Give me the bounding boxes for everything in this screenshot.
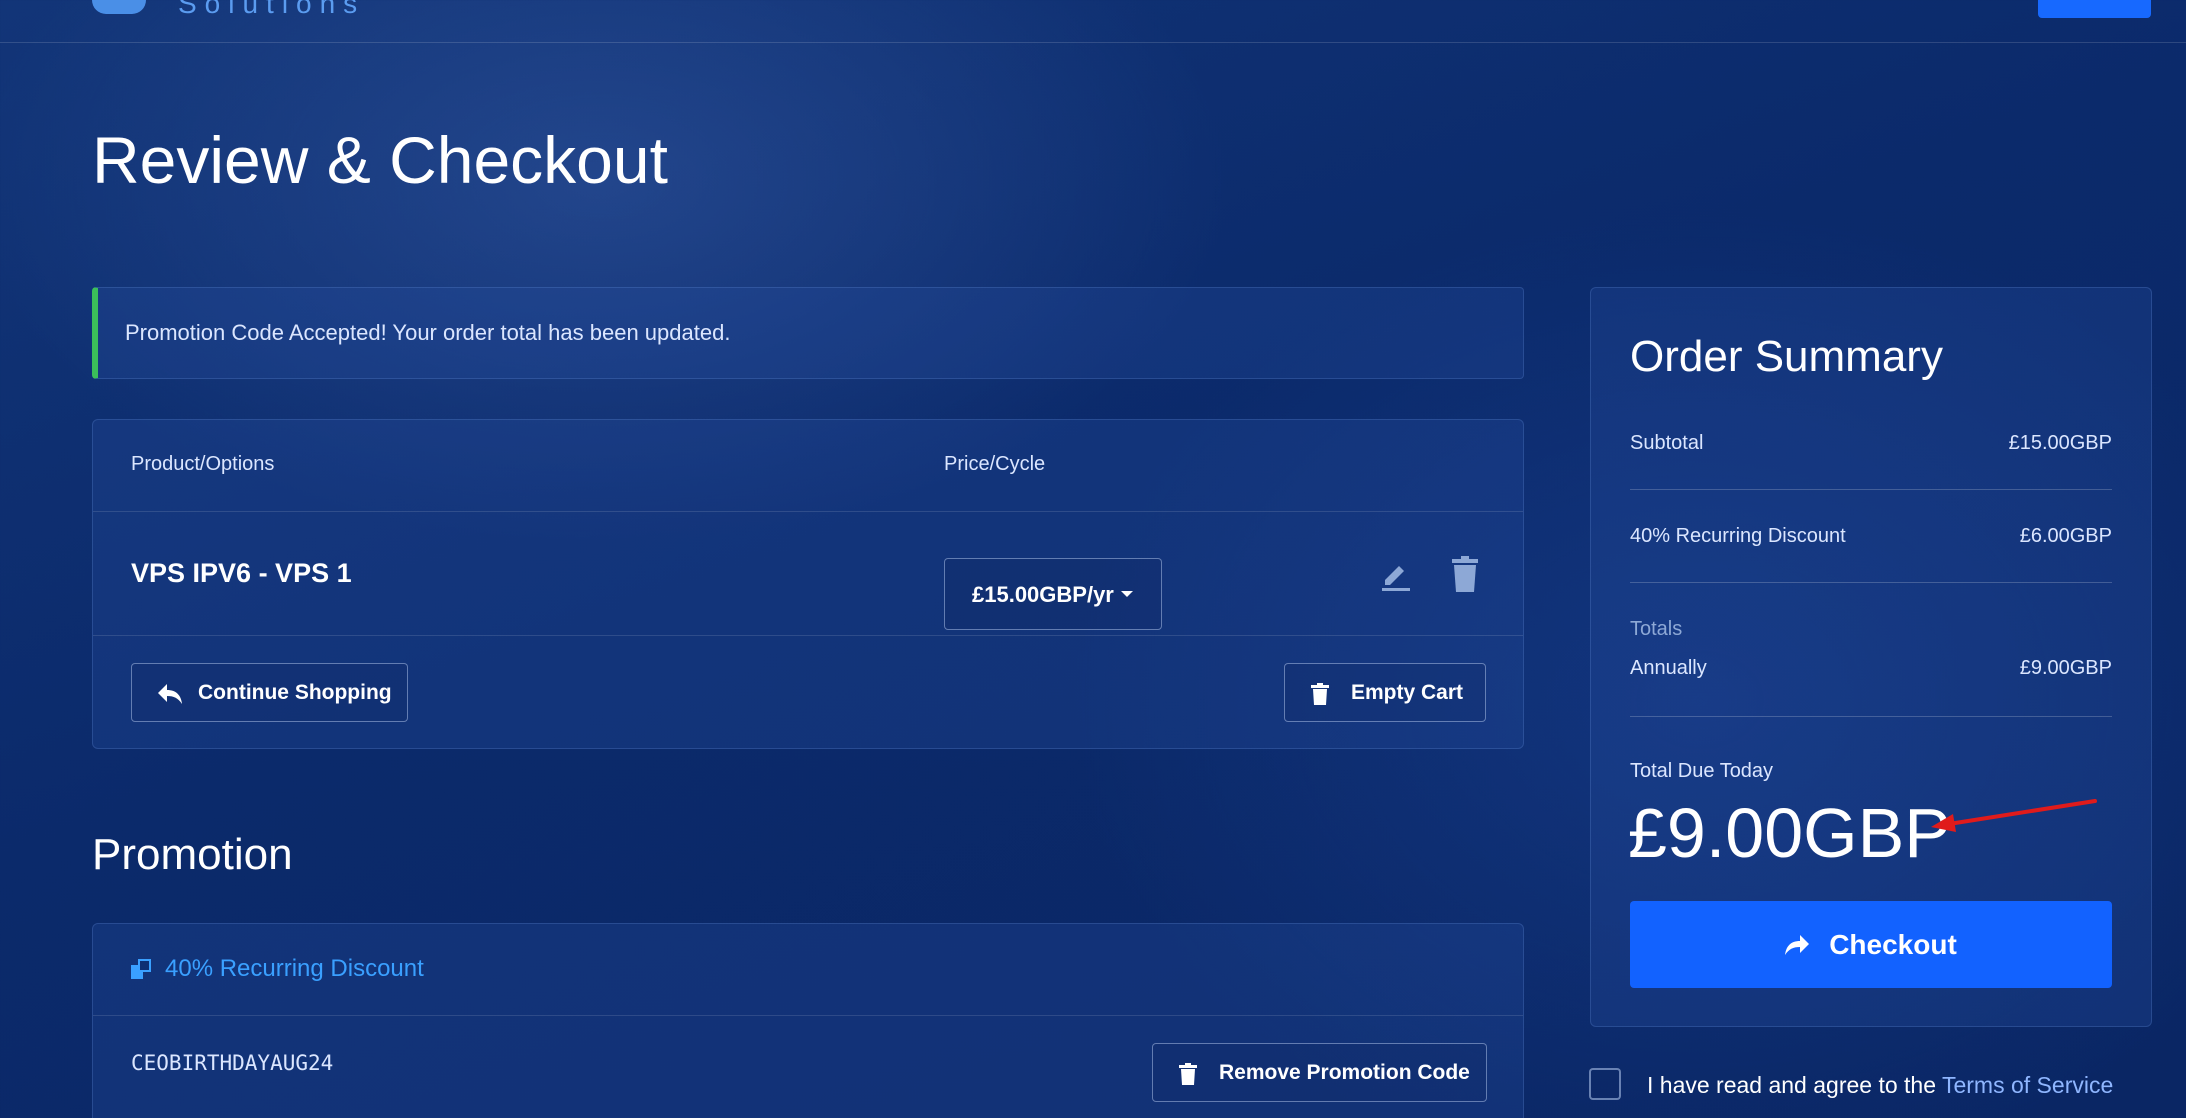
continue-shopping-label: Continue Shopping: [198, 680, 392, 704]
empty-cart-label: Empty Cart: [1351, 680, 1464, 704]
promo-success-alert: Promotion Code Accepted! Your order tota…: [92, 287, 1524, 379]
cart-header-row: Product/Options Price/Cycle: [93, 420, 1523, 512]
total-due-amount: £9.00GBP: [1628, 794, 1951, 872]
trash-icon: [1179, 1063, 1197, 1085]
annually-label: Annually: [1630, 657, 1707, 679]
divider: [1630, 582, 2112, 583]
terms-text: I have read and agree to the: [1647, 1072, 1936, 1098]
share-arrow-icon: [1785, 934, 1810, 955]
continue-shopping-button[interactable]: Continue Shopping: [131, 663, 408, 722]
remove-promotion-label: Remove Promotion Code: [1219, 1060, 1470, 1084]
promotion-header: 40% Recurring Discount: [93, 924, 1523, 1016]
billing-cycle-value: £15.00GBP/yr: [972, 582, 1114, 607]
logo-icon[interactable]: [92, 0, 146, 14]
column-header-product: Product/Options: [131, 453, 275, 475]
top-navbar: Solutions: [0, 0, 2186, 43]
total-due-label: Total Due Today: [1630, 760, 1774, 782]
discount-value: £6.00GBP: [2019, 525, 2112, 547]
page-title: Review & Checkout: [92, 123, 668, 197]
alert-message: Promotion Code Accepted! Your order tota…: [125, 320, 731, 345]
summary-row-annually: Annually £9.00GBP: [1630, 657, 2112, 680]
totals-label: Totals: [1630, 618, 1683, 640]
logo-text[interactable]: Solutions: [178, 0, 365, 20]
divider: [1630, 489, 2112, 490]
billing-cycle-select[interactable]: £15.00GBP/yr: [944, 558, 1162, 630]
promotion-discount-label: 40% Recurring Discount: [165, 955, 424, 982]
terms-of-service-link[interactable]: Terms of Service: [1942, 1072, 2113, 1098]
empty-cart-button[interactable]: Empty Cart: [1284, 663, 1486, 722]
delete-trash-icon[interactable]: [1451, 556, 1479, 592]
navbar-button[interactable]: [2038, 0, 2151, 18]
column-header-price: Price/Cycle: [944, 453, 1046, 475]
remove-promotion-button[interactable]: Remove Promotion Code: [1152, 1043, 1487, 1102]
summary-row-discount: 40% Recurring Discount £6.00GBP: [1630, 525, 2112, 548]
checkout-label: Checkout: [1829, 928, 1957, 960]
trash-icon: [1311, 683, 1329, 705]
product-name: VPS IPV6 - VPS 1: [131, 558, 352, 588]
discount-label: 40% Recurring Discount: [1630, 525, 1846, 547]
subtotal-label: Subtotal: [1630, 432, 1704, 454]
summary-row-subtotal: Subtotal £15.00GBP: [1630, 432, 2112, 455]
annually-value: £9.00GBP: [2019, 657, 2112, 679]
cart-table: Product/Options Price/Cycle VPS IPV6 - V…: [92, 419, 1524, 749]
checkout-button[interactable]: Checkout: [1630, 901, 2112, 988]
caret-down-icon: [1121, 591, 1133, 597]
order-summary-title: Order Summary: [1630, 332, 1943, 381]
reply-arrow-icon: [158, 684, 182, 704]
terms-agreement: I have read and agree to the Terms of Se…: [1647, 1072, 2113, 1099]
subtotal-value: £15.00GBP: [2008, 432, 2112, 454]
order-summary-panel: Order Summary Subtotal £15.00GBP 40% Rec…: [1590, 287, 2152, 1027]
promotion-heading: Promotion: [92, 830, 293, 879]
discount-ticket-icon: [131, 959, 151, 979]
terms-checkbox[interactable]: [1589, 1068, 1621, 1100]
red-annotation-arrow: [1931, 799, 2097, 832]
edit-pencil-icon[interactable]: [1379, 558, 1413, 592]
promotion-panel: 40% Recurring Discount CEOBIRTHDAYAUG24 …: [92, 923, 1524, 1118]
promotion-code: CEOBIRTHDAYAUG24: [131, 1051, 334, 1075]
cart-item-row: VPS IPV6 - VPS 1 £15.00GBP/yr: [93, 512, 1523, 636]
divider: [1630, 716, 2112, 717]
